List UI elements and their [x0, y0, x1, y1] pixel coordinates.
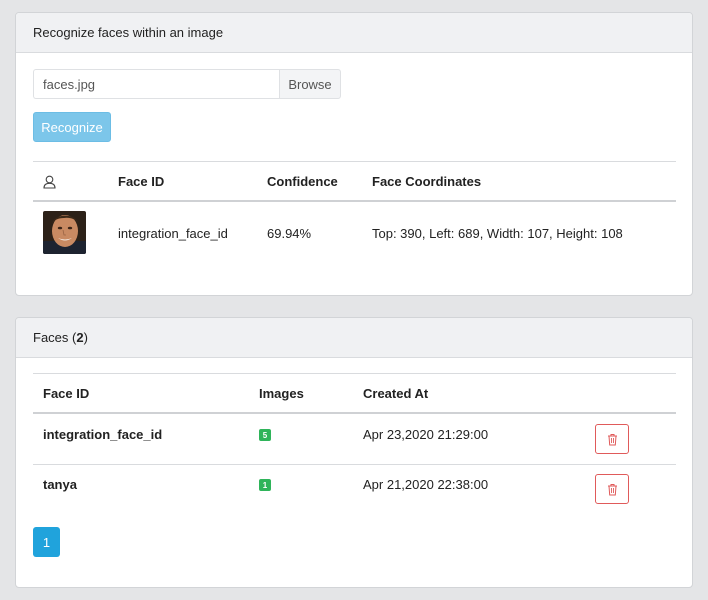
recognition-results-table: Face ID Confidence Face Coordinates inte… — [33, 161, 676, 254]
col-face-id: Face ID — [118, 174, 165, 189]
created-at-cell: Apr 21,2020 22:38:00 — [363, 476, 489, 492]
recognize-button[interactable]: Recognize — [33, 112, 111, 142]
faces-card-title: Faces (2) — [33, 330, 88, 345]
user-icon — [43, 162, 56, 201]
recognize-card-header: Recognize faces within an image — [16, 13, 692, 53]
file-name: faces.jpg — [43, 76, 96, 92]
trash-icon — [607, 433, 617, 445]
images-count-badge: 5 — [259, 414, 271, 456]
trash-icon — [607, 483, 617, 495]
file-input[interactable]: faces.jpg — [33, 69, 279, 99]
created-at-cell: Apr 23,2020 21:29:00 — [363, 426, 489, 442]
col-images: Images — [259, 386, 304, 401]
table-row: tanya 1 Apr 21,2020 22:38:00 — [33, 465, 676, 516]
table-row: integration_face_id 69.94% Top: 390, Lef… — [33, 202, 676, 264]
table-header: Face ID Images Created At — [33, 373, 676, 414]
coordinates-cell: Top: 390, Left: 689, Width: 107, Height:… — [372, 225, 623, 241]
face-id-cell: integration_face_id — [118, 225, 228, 241]
face-id-cell[interactable]: tanya — [43, 465, 77, 503]
delete-button[interactable] — [595, 424, 629, 454]
file-picker[interactable]: faces.jpg Browse — [33, 69, 341, 99]
table-header: Face ID Confidence Face Coordinates — [33, 161, 676, 202]
faces-card-header: Faces (2) — [16, 318, 692, 358]
pagination-page-1[interactable]: 1 — [33, 527, 60, 557]
face-id-cell[interactable]: integration_face_id — [43, 414, 162, 454]
col-face-coordinates: Face Coordinates — [372, 174, 482, 189]
col-created-at: Created At — [363, 386, 429, 401]
col-face-id: Face ID — [43, 386, 90, 401]
col-confidence: Confidence — [267, 174, 338, 189]
browse-button[interactable]: Browse — [279, 69, 341, 99]
face-thumbnail — [43, 211, 86, 254]
delete-button[interactable] — [595, 474, 629, 504]
faces-count: 2 — [76, 330, 84, 345]
images-count-badge: 1 — [259, 465, 271, 505]
recognize-card-title: Recognize faces within an image — [33, 25, 224, 40]
faces-card: Faces (2) Face ID Images Created At inte… — [15, 317, 693, 588]
confidence-cell: 69.94% — [267, 225, 312, 241]
table-row: integration_face_id 5 Apr 23,2020 21:29:… — [33, 414, 676, 465]
faces-table: Face ID Images Created At integration_fa… — [33, 373, 676, 513]
recognize-card: Recognize faces within an image faces.jp… — [15, 12, 693, 296]
